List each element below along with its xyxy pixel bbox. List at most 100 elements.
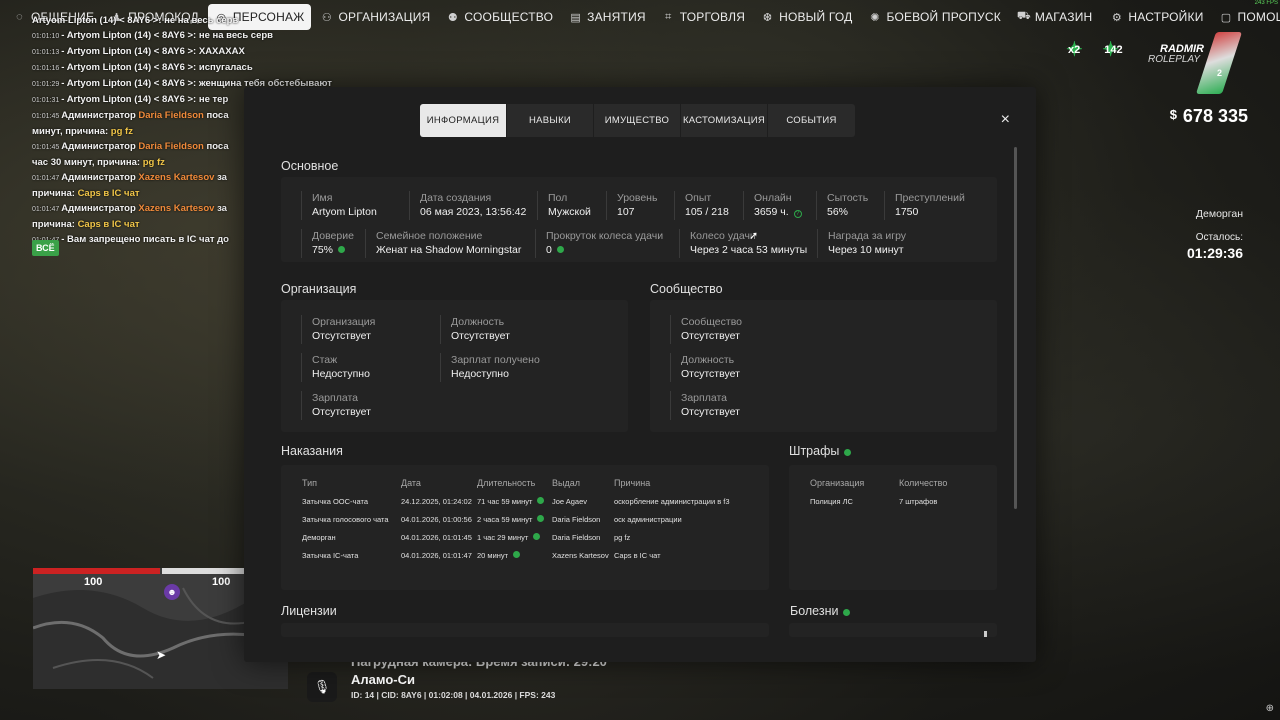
tab-information[interactable]: ИНФОРМАЦИЯ	[420, 104, 507, 137]
table-row: Затычка голосового чата 04.01.2026, 01:00…	[302, 510, 764, 528]
chat-timestamp: 01:01:45	[32, 113, 60, 120]
chat-text: Администратор	[61, 141, 139, 152]
table-cell: Caps в IC чат	[614, 546, 764, 564]
cell-text: оск администрации	[614, 514, 682, 524]
chat-text: Администратор	[61, 110, 139, 121]
field-label: Имя	[312, 192, 333, 204]
spins-value: 0	[546, 244, 552, 256]
cell-text: 1 час 29 минут	[477, 532, 529, 542]
info-dot-icon[interactable]	[537, 514, 545, 522]
chat-timestamp: 01:01:31	[32, 97, 60, 104]
nav-battle-pass[interactable]: ✺ БОЕВОЙ ПРОПУСК	[862, 4, 1008, 30]
tab-events[interactable]: СОБЫТИЯ	[768, 104, 855, 137]
cell-text: Daria Fieldson	[552, 532, 601, 542]
nav-activities[interactable]: ▤ ЗАНЯТИЯ	[562, 4, 653, 30]
field-label: Организация	[312, 316, 376, 328]
field-label: Уровень	[617, 192, 658, 204]
table-row: Затычка IC-чата 04.01.2026, 01:01:47 20 ми…	[302, 546, 764, 564]
field-label: Зарплат получено	[451, 354, 540, 366]
chat-filter-all[interactable]: ВСЁ	[32, 240, 59, 256]
cell-text: pg fz	[614, 532, 631, 542]
nav-help[interactable]: ▢ ПОМОЩЬ	[1213, 4, 1280, 30]
diseases-scroll-thumb[interactable]	[984, 631, 987, 637]
close-icon[interactable]: ×	[1001, 111, 1010, 129]
field-reward: Награда за игру Через 10 минут	[817, 229, 906, 258]
chat-text: Xazens Kartesov	[138, 172, 215, 183]
basic-panel: Имя Artyom Lipton Дата создания 06 мая 202…	[281, 177, 997, 262]
table-cell: Деморган	[302, 528, 401, 546]
field-label: Семейное положение	[376, 230, 483, 242]
status-line: ID: 14 | CID: 8AY6 | 01:02:08 | 04.01.20…	[351, 690, 556, 700]
field-value: 0	[546, 243, 663, 258]
table-cell: Затычка IC-чата	[302, 546, 401, 564]
chat-text: за	[214, 203, 227, 214]
field-community-salary: Зарплата Отсутствует	[670, 391, 740, 420]
chat-text: час 30 минут, причина:	[32, 157, 143, 168]
field-community-post: Должность Отсутствует	[670, 353, 740, 382]
diseases-panel	[789, 623, 997, 637]
field-value: Мужской	[548, 206, 591, 218]
info-dot-icon[interactable]	[513, 550, 521, 558]
nav-shop[interactable]: ⛟ МАГАЗИН	[1010, 4, 1100, 30]
field-value: Через 2 часа 53 минуты	[690, 244, 808, 256]
info-dot-icon[interactable]	[338, 246, 346, 253]
nav-settings[interactable]: ⚙ НАСТРОЙКИ	[1103, 4, 1210, 30]
modal-scrollbar[interactable]	[1014, 147, 1017, 509]
remaining-label: Осталось:	[1195, 232, 1243, 243]
help-circle-icon[interactable]: ?	[793, 210, 802, 218]
column-header: Организация	[810, 478, 865, 488]
chat-timestamp: 01:01:16	[32, 65, 60, 72]
info-dot-icon[interactable]	[844, 449, 852, 456]
field-label: Опыт	[685, 192, 712, 204]
chat-timestamp: 01:01:13	[32, 49, 60, 56]
section-fines-title: Штрафы	[789, 444, 852, 458]
chat-timestamp: 01:01:47	[32, 206, 60, 213]
nav-new-year[interactable]: ❆ НОВЫЙ ГОД	[754, 4, 859, 30]
table-cell: Полиция ЛС	[810, 496, 853, 506]
table-cell: Затычка голосового чата	[302, 510, 401, 528]
cell-text: Затычка голосового чата	[302, 514, 389, 524]
field-created: Дата создания 06 мая 2023, 13:56:42	[409, 191, 526, 220]
microphone-icon[interactable]: 🎙	[307, 672, 337, 702]
nav-label: НОВЫЙ ГОД	[779, 10, 853, 24]
cell-text: Xazens Kartesov	[552, 550, 609, 560]
chat-text: Caps в IC чат	[77, 188, 140, 199]
section-basic-title: Основное	[281, 159, 339, 173]
tab-skills[interactable]: НАВЫКИ	[507, 104, 594, 137]
field-value: 105 / 218	[685, 206, 729, 218]
character-modal: ИНФОРМАЦИЯ НАВЫКИ ИМУЩЕСТВО КАСТОМИЗАЦИЯ…	[244, 87, 1036, 662]
health-value: 100	[84, 576, 103, 588]
chat-text: pg fz	[142, 157, 165, 168]
punishments-table: Тип Дата Длительность Выдал Причина Затычка …	[302, 474, 764, 564]
tab-customization[interactable]: КАСТОМИЗАЦИЯ	[681, 104, 768, 137]
info-dot-icon[interactable]	[533, 532, 541, 540]
nav-trade[interactable]: ⌗ ТОРГОВЛЯ	[655, 4, 752, 30]
chat-text: - Artyom Lipton (14) < 8AY6 >: ХАХАХАХ	[61, 46, 245, 57]
tab-property[interactable]: ИМУЩЕСТВО	[594, 104, 681, 137]
player-map-icon: ☻	[164, 584, 180, 600]
nav-community[interactable]: ⚉ СООБЩЕСТВО	[439, 4, 560, 30]
column-header: Выдал	[552, 478, 580, 488]
chat-text: pg fz	[110, 126, 133, 137]
field-value: Женат на Shadow Morningstar	[376, 244, 522, 256]
logo-title: RADMIR	[1160, 43, 1204, 55]
nav-label: МАГАЗИН	[1034, 10, 1093, 24]
chat-icon: ◌	[16, 11, 23, 23]
cell-text: Joe Agaev	[552, 496, 588, 506]
chart-icon: ⌗	[665, 10, 672, 23]
info-dot-icon[interactable]	[537, 496, 545, 504]
field-label: Доверие	[312, 230, 354, 242]
field-label: Зарплата	[312, 392, 358, 404]
chat-text: Caps в IC чат	[77, 219, 140, 230]
chat-text: поса	[203, 110, 229, 121]
chat-line: 01:01:16- Artyom Lipton (14) < 8AY6 >: и…	[32, 60, 452, 76]
field-org: Организация Отсутствует	[301, 315, 375, 344]
cell-text: 04.01.2026, 01:01:45	[401, 532, 472, 542]
info-dot-icon[interactable]	[843, 609, 851, 616]
chat-line: 01:01:10- Artyom Lipton (14) < 8AY6 >: н…	[32, 28, 452, 44]
field-value: Недоступно	[451, 368, 509, 380]
chat-line: 01:01:13- Artyom Lipton (14) < 8AY6 >: Х…	[32, 44, 452, 60]
calendar-icon: ▤	[570, 11, 581, 24]
info-dot-icon[interactable]	[556, 246, 564, 253]
field-family: Семейное положение Женат на Shadow Mornin…	[365, 229, 521, 258]
